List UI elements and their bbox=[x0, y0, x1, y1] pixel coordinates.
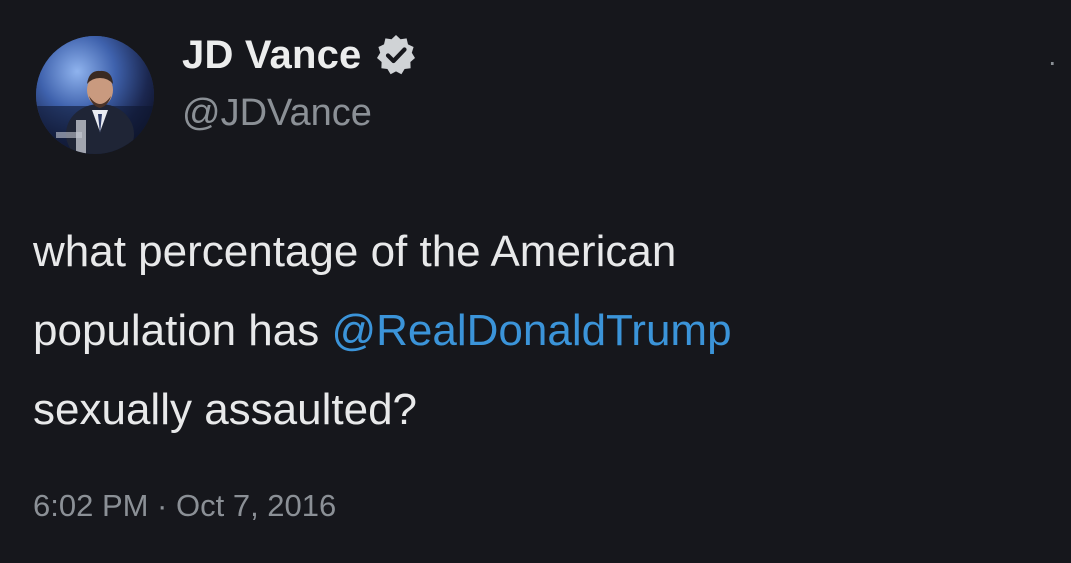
avatar[interactable] bbox=[36, 36, 154, 154]
handle[interactable]: @JDVance bbox=[182, 92, 418, 135]
display-name[interactable]: JD Vance bbox=[182, 33, 362, 78]
avatar-photo bbox=[36, 36, 154, 154]
tweet-text-line-1: what percentage of the American bbox=[33, 227, 677, 276]
timestamp[interactable]: 6:02 PM · Oct 7, 2016 bbox=[33, 488, 336, 524]
verified-badge-icon bbox=[374, 33, 418, 77]
more-options-icon[interactable]: · bbox=[1048, 48, 1057, 76]
author-block: JD Vance @JDVance bbox=[182, 28, 418, 135]
tweet-text: what percentage of the American populati… bbox=[33, 212, 1033, 449]
mention-link[interactable]: @RealDonaldTrump bbox=[331, 306, 731, 355]
tweet-text-line-2: population has @RealDonaldTrump bbox=[33, 291, 1033, 370]
tweet-card: JD Vance @JDVance · what percentage of t… bbox=[0, 0, 1071, 563]
name-row: JD Vance bbox=[182, 28, 418, 82]
tweet-text-line-2-prefix: population has bbox=[33, 306, 332, 355]
tweet-text-line-3: sexually assaulted? bbox=[33, 385, 418, 434]
